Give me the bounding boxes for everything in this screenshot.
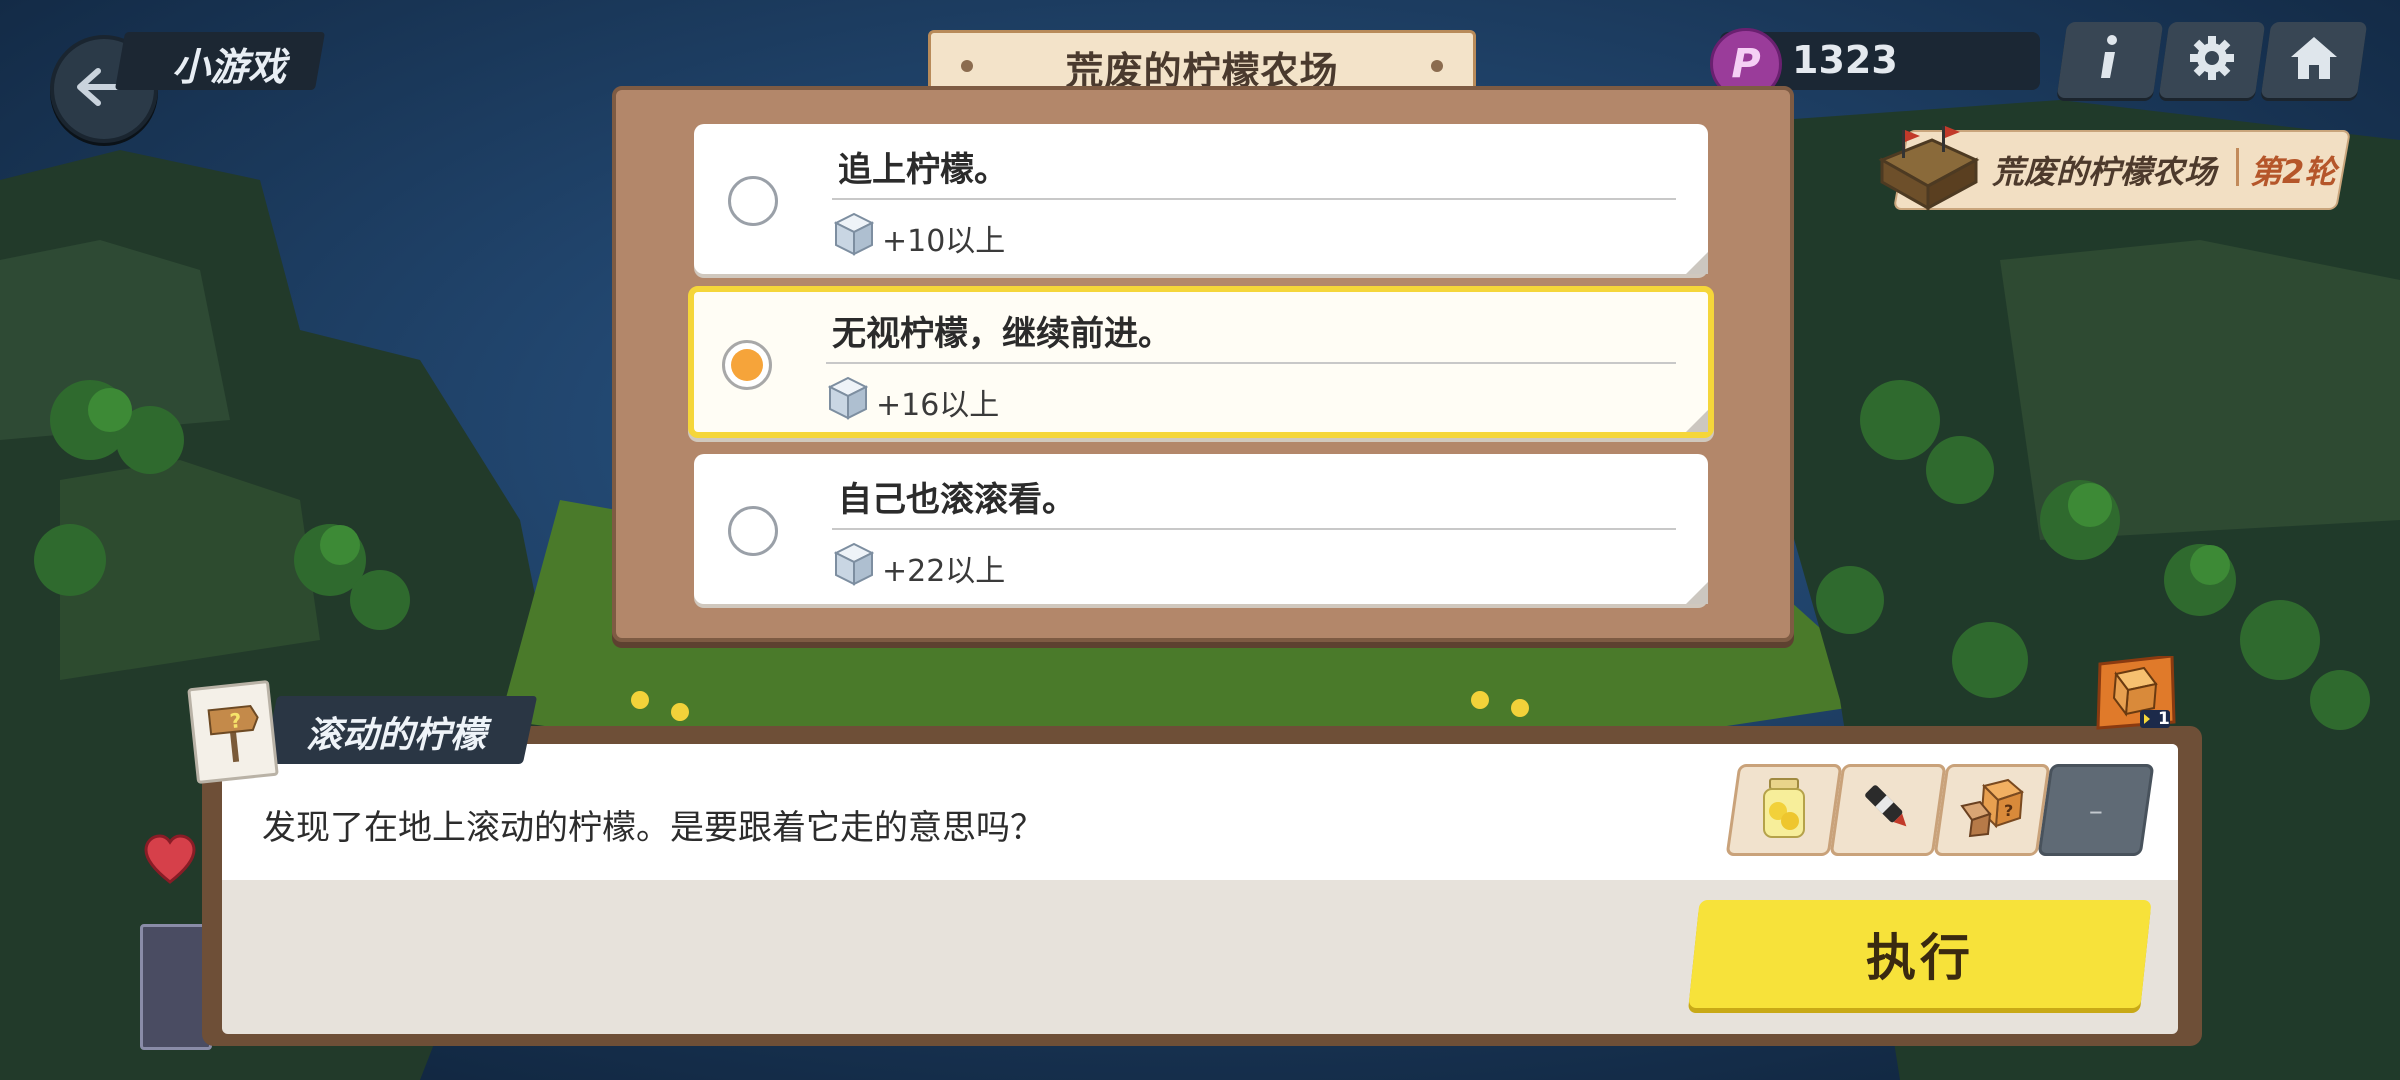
page-fold — [1686, 582, 1708, 604]
svg-text:?: ? — [2004, 801, 2013, 820]
home-button[interactable] — [2260, 22, 2368, 98]
divider — [832, 528, 1676, 530]
execute-button[interactable]: 执行 — [1688, 900, 2152, 1008]
divider — [832, 198, 1676, 200]
choice-radio-3[interactable] — [728, 506, 778, 556]
choice-option-3[interactable]: 自己也滚滚看。 +22以上 — [694, 454, 1708, 604]
info-button[interactable] — [2056, 22, 2164, 98]
choice-reward: +10以上 — [882, 224, 1006, 259]
page-fold — [1686, 252, 1708, 274]
treasure-map-icon — [1872, 120, 1982, 220]
event-name: 滚动的柠檬 — [306, 715, 487, 756]
ice-cube-icon — [833, 542, 875, 586]
choice-reward: +22以上 — [882, 554, 1006, 589]
choice-radio-1[interactable] — [728, 176, 778, 226]
home-icon — [2289, 35, 2339, 85]
event-description: 发现了在地上滚动的柠檬。是要跟着它走的意思吗？ — [262, 808, 1044, 848]
ice-cube-icon — [827, 376, 869, 420]
ice-cube-icon — [833, 212, 875, 256]
mode-label: 小游戏 — [172, 45, 287, 89]
nail-left — [961, 60, 973, 72]
dice-count: 1 — [2158, 709, 2170, 729]
dice-icon: ? — [1960, 778, 2024, 842]
stage-name: 荒废的柠檬农场 — [1992, 153, 2217, 191]
svg-text:?: ? — [229, 708, 243, 733]
settings-button[interactable] — [2158, 22, 2266, 98]
choice-title: 无视柠檬，继续前进。 — [832, 314, 1172, 354]
item-slot-dice[interactable]: ? — [1933, 764, 2051, 856]
gear-icon — [2188, 34, 2236, 86]
points-value: 1323 — [1792, 38, 1898, 82]
lemon-jar-icon — [1756, 775, 1812, 845]
divider — [826, 362, 1676, 364]
stage-separator — [2236, 148, 2239, 186]
nail-right — [1431, 60, 1443, 72]
item-slot-lemon-jar[interactable] — [1725, 764, 1843, 856]
stage-round: 第2轮 — [2250, 153, 2337, 191]
heart-icon — [142, 832, 198, 888]
page-fold — [1686, 410, 1708, 432]
dice-counter[interactable]: 1 — [2094, 654, 2178, 730]
item-slot-marker[interactable] — [1829, 764, 1947, 856]
choice-title: 追上柠檬。 — [838, 150, 1008, 190]
info-icon — [2095, 34, 2125, 86]
empty-slot-label: – — [2089, 793, 2103, 827]
question-signpost-icon: ? — [187, 679, 279, 785]
choice-option-2[interactable]: 无视柠檬，继续前进。 +16以上 — [688, 286, 1714, 438]
choice-radio-2[interactable] — [722, 340, 772, 390]
execute-label: 执行 — [1866, 929, 1974, 987]
choice-title: 自己也滚滚看。 — [838, 480, 1076, 520]
item-slot-empty[interactable]: – — [2037, 764, 2155, 856]
choice-option-1[interactable]: 追上柠檬。 +10以上 — [694, 124, 1708, 274]
choices-panel: 追上柠檬。 +10以上 无视柠檬，继续前进。 +16以上 自己也滚滚看。 +22… — [612, 86, 1794, 642]
choice-reward: +16以上 — [876, 388, 1000, 423]
marker-pen-icon — [1858, 778, 1918, 842]
